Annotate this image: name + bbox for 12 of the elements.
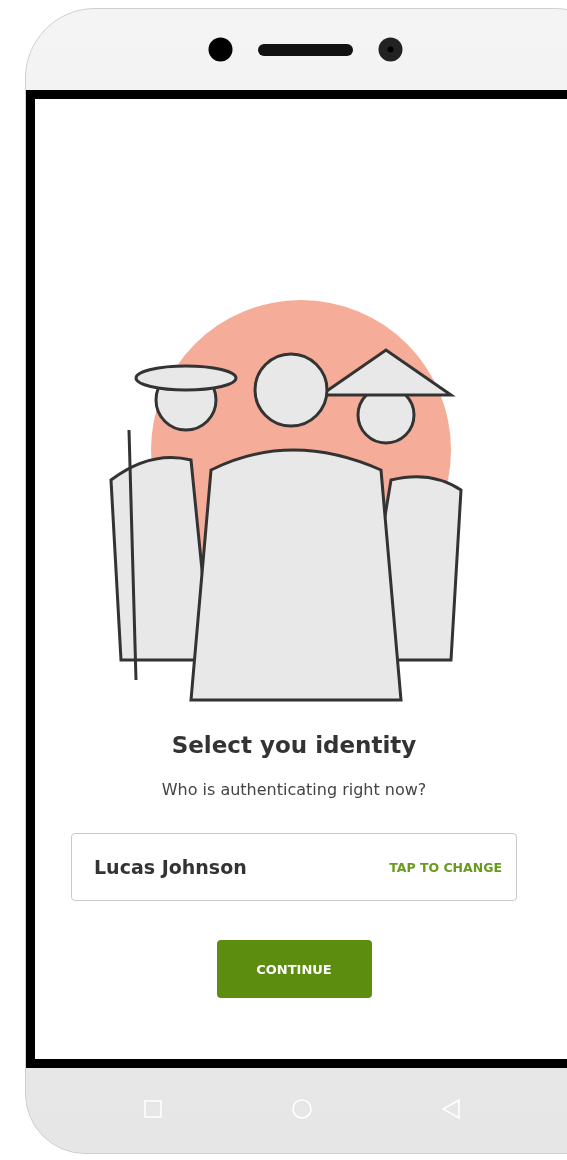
circle-icon[interactable] <box>292 1098 312 1119</box>
identity-name: Lucas Johnson <box>94 856 247 878</box>
speaker-icon <box>258 43 353 56</box>
screen-subtitle: Who is authenticating right now? <box>161 780 427 799</box>
continue-button[interactable]: CONTINUE <box>216 940 372 998</box>
identity-field[interactable]: Lucas Johnson TAP TO CHANGE <box>71 833 517 901</box>
sensor-icon <box>208 37 233 62</box>
screen-title: Select you identity <box>171 732 417 758</box>
back-icon[interactable] <box>442 1098 460 1119</box>
change-link[interactable]: TAP TO CHANGE <box>389 859 502 875</box>
square-icon[interactable] <box>144 1099 162 1118</box>
camera-icon <box>378 37 403 62</box>
